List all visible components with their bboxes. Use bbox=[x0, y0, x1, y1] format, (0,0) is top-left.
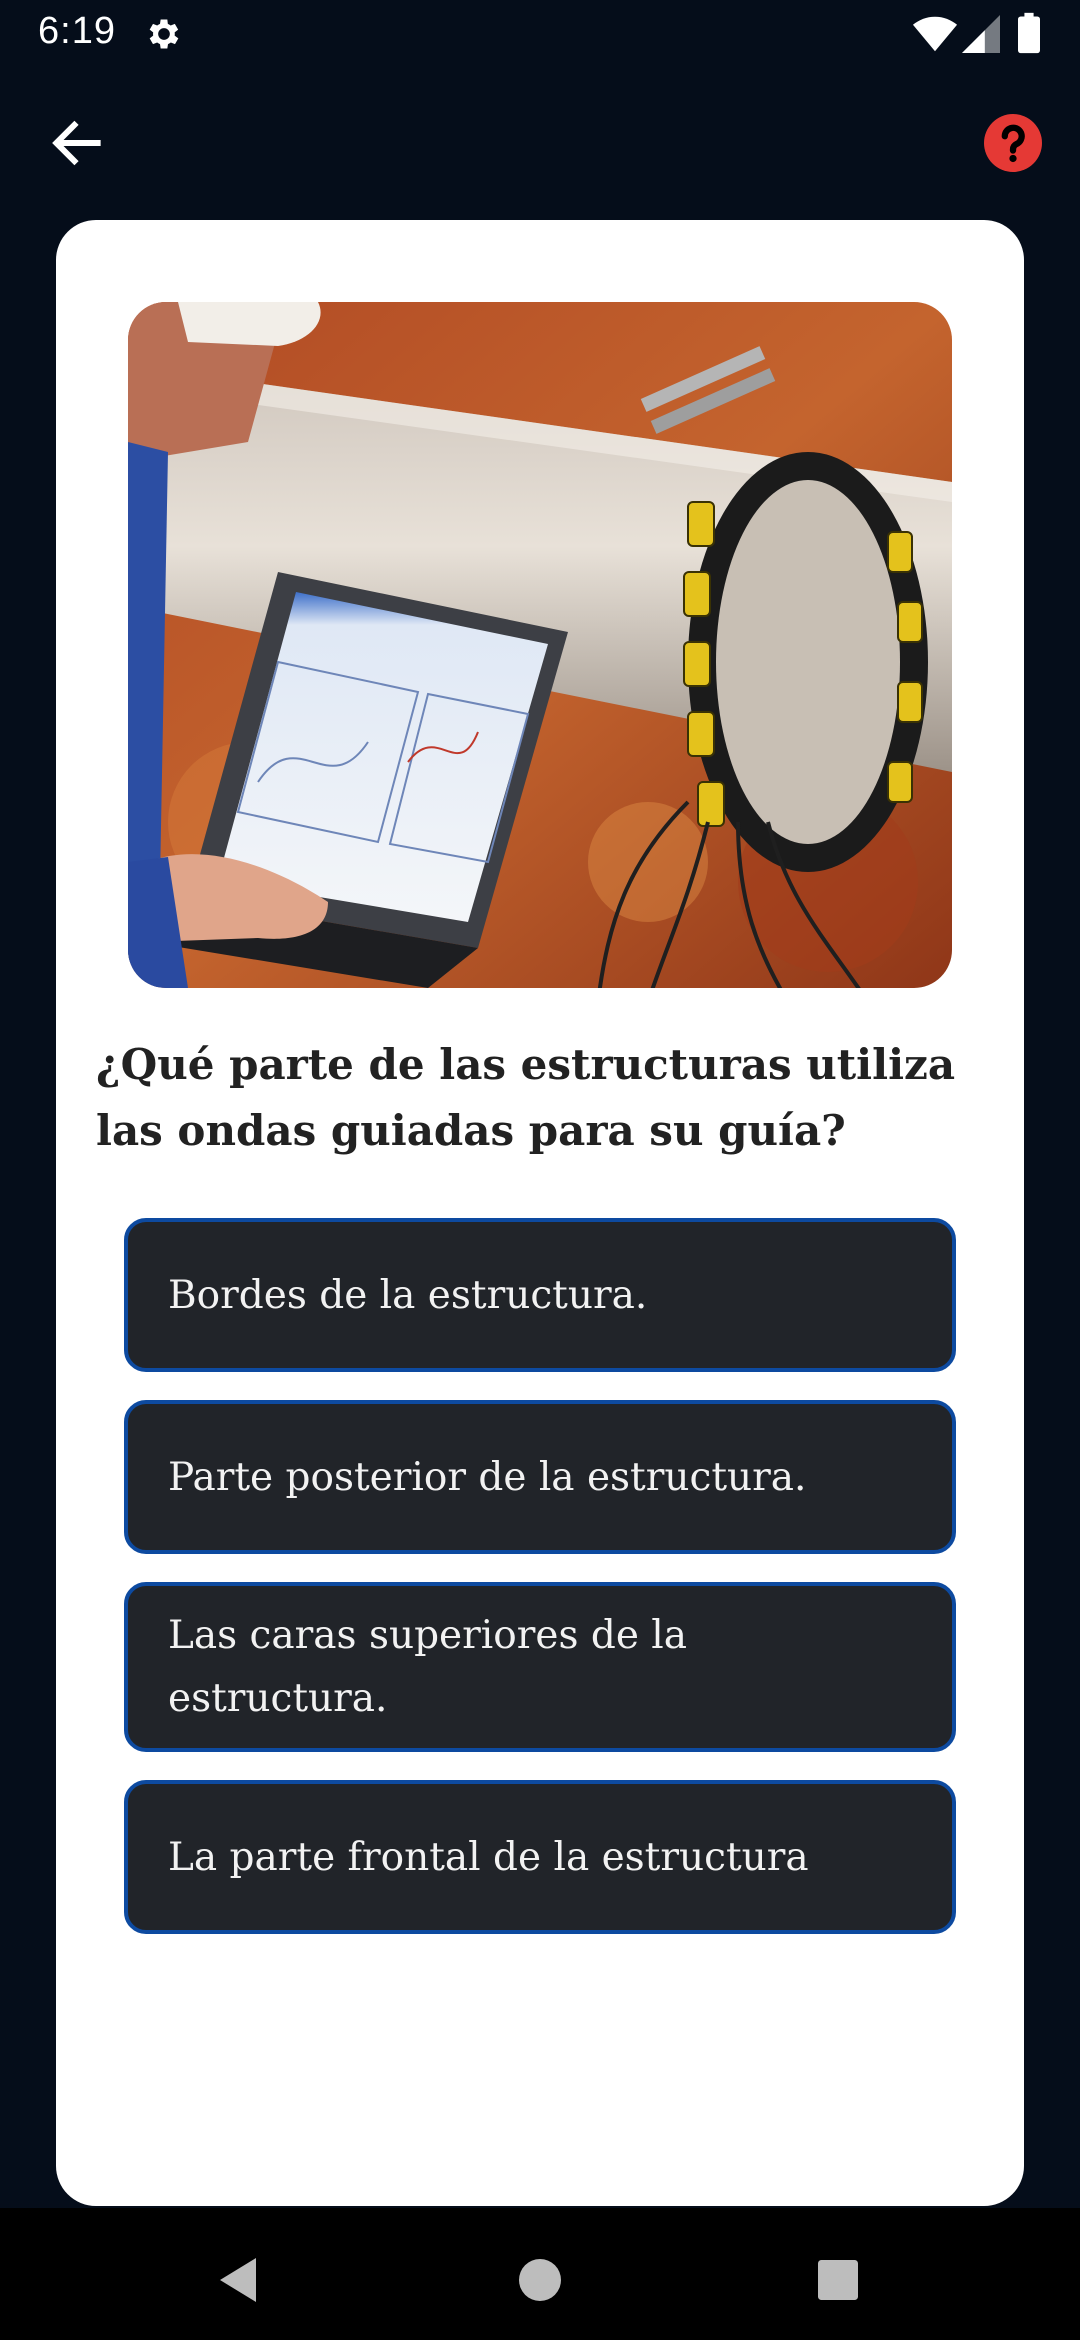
recents-square-icon[interactable] bbox=[818, 2260, 858, 2300]
answer-option-2[interactable]: Parte posterior de la estructura. bbox=[124, 1400, 956, 1554]
navigation-bar bbox=[0, 2208, 1080, 2340]
answer-label: Bordes de la estructura. bbox=[168, 1272, 648, 1318]
status-time: 6:19 bbox=[38, 10, 116, 52]
gear-icon bbox=[149, 19, 179, 49]
home-circle-icon[interactable] bbox=[519, 2259, 561, 2301]
question-text: ¿Qué parte de las estructuras utiliza la… bbox=[96, 1040, 956, 1155]
answer-option-1[interactable]: Bordes de la estructura. bbox=[124, 1218, 956, 1372]
question-image bbox=[128, 302, 952, 988]
wifi-icon bbox=[912, 16, 958, 52]
answer-label: Las caras superiores de la estructura. bbox=[168, 1613, 688, 1721]
battery-icon bbox=[1018, 12, 1040, 54]
answer-option-3[interactable]: Las caras superiores de la estructura. bbox=[124, 1582, 956, 1752]
answer-label: La parte frontal de la estructura bbox=[168, 1834, 809, 1880]
answer-option-4[interactable]: La parte frontal de la estructura bbox=[124, 1780, 956, 1934]
status-bar: 6:19 bbox=[0, 0, 1080, 68]
question-mark-icon[interactable] bbox=[984, 114, 1042, 172]
answer-label: Parte posterior de la estructura. bbox=[168, 1454, 807, 1500]
back-triangle-icon[interactable] bbox=[216, 2256, 260, 2304]
signal-icon bbox=[962, 15, 1000, 53]
arrow-left-icon[interactable] bbox=[46, 112, 108, 174]
